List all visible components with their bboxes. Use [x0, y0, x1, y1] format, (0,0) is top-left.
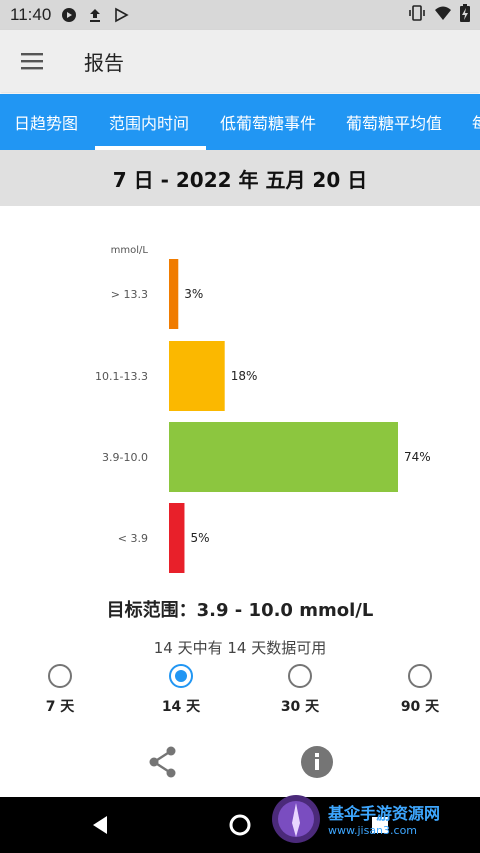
date-range: 7 日 - 2022 年 五月 20 日: [112, 167, 368, 192]
period-label: 30 天: [280, 699, 320, 715]
status-time: 11:40: [10, 5, 52, 24]
status-right-icons: [408, 4, 470, 26]
period-option-7[interactable]: 7 天: [25, 662, 95, 716]
back-triangle-icon[interactable]: [86, 811, 114, 839]
value-label: 3%: [184, 287, 203, 301]
bar-2: [169, 422, 398, 492]
tab-label: 葡萄糖平均值: [346, 114, 443, 133]
tab-low-glucose-events[interactable]: 低葡萄糖事件: [206, 94, 332, 150]
home-circle-icon[interactable]: [226, 811, 254, 839]
watermark-subtitle: www.jisan3.com: [328, 824, 418, 837]
value-label: 18%: [231, 369, 258, 383]
radio-button[interactable]: [169, 664, 193, 688]
radio-button[interactable]: [288, 664, 312, 688]
hamburger-menu-icon[interactable]: [0, 30, 66, 92]
vibrate-icon: [408, 5, 426, 25]
period-label: 7 天: [45, 699, 75, 715]
tab-label: 每: [472, 110, 480, 134]
value-label: 5%: [190, 531, 209, 545]
tab-more[interactable]: 每: [458, 94, 480, 150]
watermark-title: 基伞手游资源网: [328, 804, 441, 823]
date-range-header: 7 日 - 2022 年 五月 20 日: [0, 150, 480, 206]
play-circle-icon: [61, 7, 77, 23]
tab-time-in-range[interactable]: 范围内时间: [95, 94, 206, 150]
period-option-90[interactable]: 90 天: [385, 662, 455, 716]
period-option-30[interactable]: 30 天: [265, 662, 335, 716]
share-icon[interactable]: [143, 742, 183, 782]
watermark-logo-icon: [272, 794, 320, 843]
status-bar: 11:40: [0, 0, 480, 30]
bar-0: [169, 259, 179, 329]
tab-average-glucose[interactable]: 葡萄糖平均值: [332, 94, 458, 150]
tab-label: 范围内时间: [109, 114, 190, 133]
value-label: 74%: [404, 450, 431, 464]
radio-button[interactable]: [48, 664, 72, 688]
app-bar: 报告: [0, 30, 480, 92]
report-actions: [0, 742, 480, 788]
period-label: 14 天: [161, 699, 201, 715]
category-label: > 13.3: [111, 288, 148, 301]
chart-svg: mmol/L > 13.3 3% 10.1-13.3 18% 3.9-10.0 74% < …: [95, 245, 431, 573]
data-availability: 14 天中有 14 天数据可用: [153, 639, 327, 657]
tab-label: 日趋势图: [14, 114, 79, 133]
wifi-icon: [434, 5, 452, 25]
radio-button[interactable]: [408, 664, 432, 688]
report-tabs: 日趋势图 范围内时间 低葡萄糖事件 葡萄糖平均值 每: [0, 94, 480, 150]
period-selector: 7 天 14 天 30 天 90 天: [0, 662, 480, 722]
play-store-icon: [113, 7, 129, 23]
screen: 11:40 报告 日趋势图 范围内时间 低葡萄糖事件 葡萄糖平均值 7 日 - …: [0, 0, 480, 853]
period-label: 90 天: [400, 699, 440, 715]
bar-1: [169, 341, 225, 411]
period-option-14[interactable]: 14 天: [146, 662, 216, 716]
target-range: 目标范围：3.9 - 10.0 mmol/L: [106, 600, 374, 621]
time-in-range-chart: mmol/L > 13.3 3% 10.1-13.3 18% 3.9-10.0 74% < …: [0, 206, 480, 586]
category-label: 10.1-13.3: [95, 370, 148, 383]
tab-daily-trend[interactable]: 日趋势图: [0, 94, 95, 150]
category-label: 3.9-10.0: [102, 451, 148, 464]
bars-group: > 13.3 3% 10.1-13.3 18% 3.9-10.0 74% < 3.9 5%: [95, 259, 431, 573]
watermark-text: 基伞手游资源网 www.jisan3.com: [322, 800, 440, 837]
info-icon[interactable]: [297, 742, 337, 782]
upload-icon: [87, 7, 103, 23]
watermark: 基伞手游资源网 www.jisan3.com: [270, 784, 480, 853]
category-label: < 3.9: [118, 532, 148, 545]
bar-3: [169, 503, 185, 573]
battery-charging-icon: [460, 4, 470, 26]
unit-label: mmol/L: [111, 245, 149, 256]
page-title: 报告: [84, 50, 124, 75]
tab-label: 低葡萄糖事件: [220, 114, 317, 133]
